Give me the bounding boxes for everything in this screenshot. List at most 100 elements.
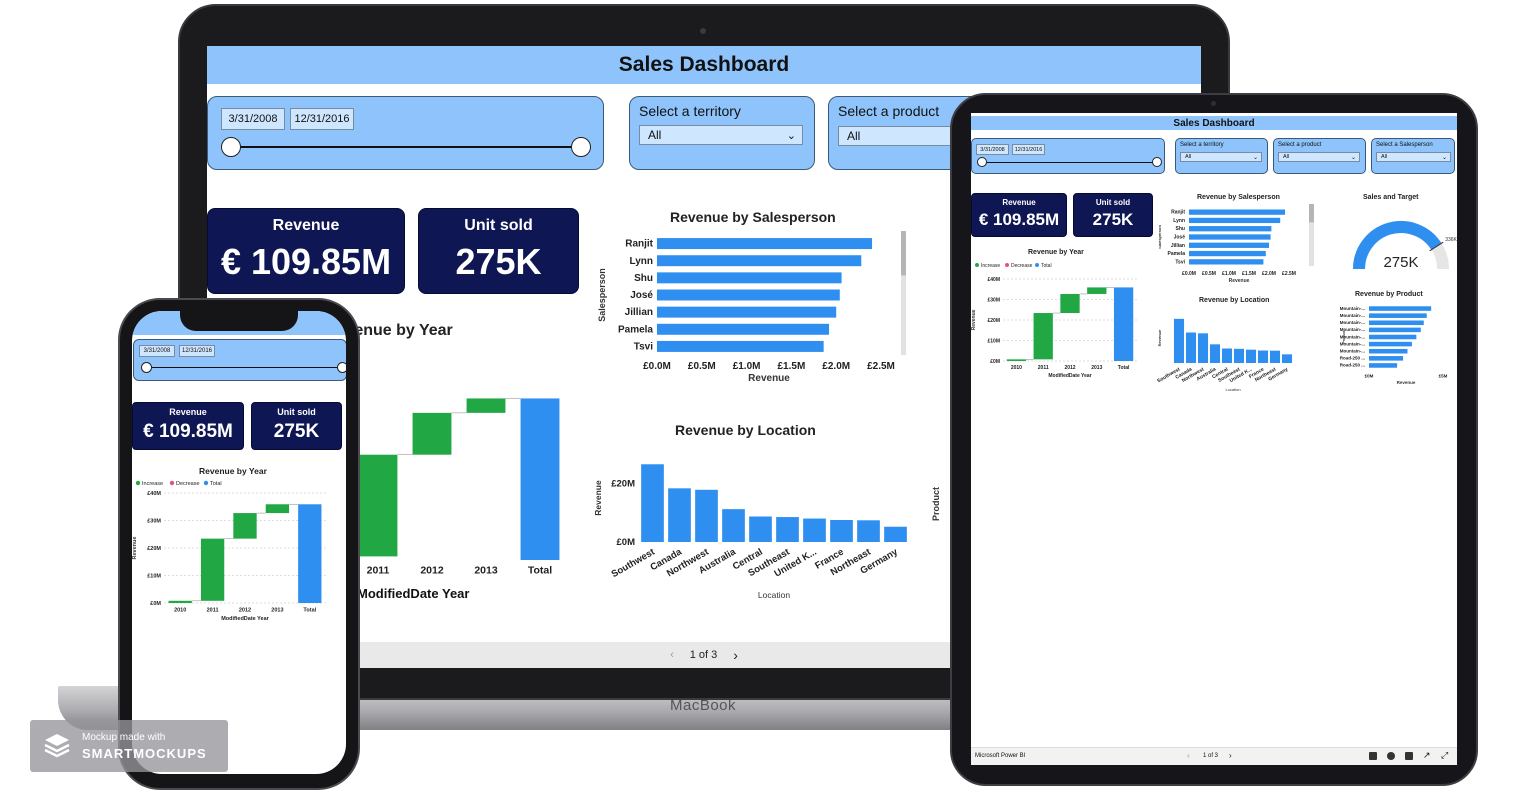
tablet-gauge-title: Sales and Target bbox=[1363, 194, 1419, 201]
tablet-product-value: All bbox=[1283, 154, 1290, 160]
tablet-year-title: Revenue by Year bbox=[1028, 249, 1084, 256]
bar bbox=[1189, 242, 1269, 248]
phone-date-slider-end-handle[interactable] bbox=[337, 362, 346, 373]
increase-bar bbox=[1060, 293, 1080, 314]
y-axis-label: Salesperson bbox=[597, 268, 607, 322]
revenue-kpi-value: € 109.85M bbox=[220, 241, 392, 282]
x-tick-label: £1.5M bbox=[778, 361, 806, 372]
phone-notch bbox=[180, 307, 298, 331]
phone-date-end-input[interactable]: 12/31/2016 bbox=[179, 345, 215, 357]
increase-bar bbox=[265, 504, 290, 514]
date-start-input[interactable]: 3/31/2008 bbox=[221, 108, 285, 130]
x-tick-label: Total bbox=[303, 608, 316, 614]
tablet-revenue-kpi: Revenue € 109.85M bbox=[971, 193, 1067, 237]
legend-label: Total bbox=[1041, 263, 1052, 269]
phone-dashboard: 3/31/2008 12/31/2016 Revenue € 109.85M U… bbox=[132, 311, 346, 774]
legend-marker bbox=[1035, 263, 1039, 267]
total-bar bbox=[298, 504, 322, 603]
tablet-salesperson-dropdown[interactable]: All ⌄ bbox=[1376, 152, 1451, 162]
tablet-location-bar-chart: SouthwestCanadaNorthwestAustraliaCentral… bbox=[1156, 318, 1293, 392]
y-tick-label: £20M bbox=[611, 478, 635, 489]
location-chart-title: Revenue by Location bbox=[675, 422, 816, 438]
chevron-left-icon[interactable]: ‹ bbox=[1187, 751, 1190, 760]
increase-bar bbox=[168, 600, 192, 603]
y-tick-label: £40M bbox=[987, 277, 1000, 283]
linkedin-icon[interactable] bbox=[1369, 752, 1377, 760]
legend-label: Increase bbox=[142, 481, 163, 487]
date-slider-track[interactable] bbox=[231, 146, 581, 148]
tablet-salesperson-title: Revenue by Salesperson bbox=[1197, 194, 1280, 201]
increase-bar bbox=[412, 412, 452, 455]
bar bbox=[776, 517, 799, 542]
chevron-down-icon: ⌄ bbox=[786, 129, 796, 142]
gauge-target-label: 336K bbox=[1445, 237, 1457, 243]
x-tick-label: £2.5M bbox=[1282, 271, 1296, 277]
bar bbox=[1369, 327, 1421, 333]
tablet-footer-bar: Microsoft Power BI ‹ 1 of 3 › ↗ ⤢ bbox=[971, 747, 1457, 765]
tablet-territory-dropdown[interactable]: All ⌄ bbox=[1180, 152, 1262, 162]
x-tick-label: £0.5M bbox=[1202, 271, 1216, 277]
chevron-down-icon: ⌄ bbox=[1350, 154, 1356, 161]
units-kpi-card: Unit sold 275K bbox=[418, 208, 579, 294]
territory-slicer-title: Select a territory bbox=[639, 103, 741, 119]
share-icon[interactable]: ↗ bbox=[1423, 750, 1431, 761]
stack-logo-icon bbox=[44, 734, 70, 758]
x-tick-label: £2.0M bbox=[1262, 271, 1276, 277]
increase-bar bbox=[233, 513, 257, 539]
tablet-date-slider-end-handle[interactable] bbox=[1152, 157, 1162, 167]
increase-bar bbox=[1033, 313, 1053, 360]
year-waterfall-chart: 2010201120122013Total bbox=[347, 398, 560, 577]
page-indicator: 1 of 3 bbox=[689, 649, 718, 661]
x-tick-label: £1.0M bbox=[733, 361, 761, 372]
revenue-kpi-card: Revenue € 109.85M bbox=[207, 208, 405, 294]
y-axis-label: Revenue bbox=[971, 309, 977, 330]
tablet-date-slider-start-handle[interactable] bbox=[977, 157, 987, 167]
facebook-icon[interactable] bbox=[1405, 752, 1413, 760]
bar-category-label: Jillian bbox=[625, 307, 653, 318]
date-slider-end-handle[interactable] bbox=[571, 137, 591, 157]
bar-category-label: Road-250 ... bbox=[1340, 356, 1365, 361]
increase-bar bbox=[1006, 359, 1027, 361]
total-bar bbox=[520, 398, 560, 560]
tablet-date-slider-track[interactable] bbox=[982, 162, 1157, 163]
bar bbox=[1369, 341, 1412, 347]
bar bbox=[657, 306, 837, 318]
tablet-salesperson-bar-chart: Ranjit Lynn Shu José Jillian Pamela Tsvi £0.0M £… bbox=[1159, 204, 1314, 284]
x-tick-label: £5M bbox=[1439, 374, 1448, 379]
phone-date-start-input[interactable]: 3/31/2008 bbox=[139, 345, 175, 357]
legend-label: Total bbox=[210, 481, 222, 487]
tablet-product-dropdown[interactable]: All ⌄ bbox=[1278, 152, 1360, 162]
twitter-icon[interactable] bbox=[1387, 752, 1395, 760]
bar-category-label: Shu bbox=[1176, 226, 1185, 232]
increase-bar bbox=[1087, 287, 1107, 294]
product-axis-label: Product bbox=[931, 487, 941, 521]
chevron-right-icon[interactable]: › bbox=[733, 647, 738, 663]
x-tick-label: 2012 bbox=[239, 608, 251, 614]
tablet-date-end-input[interactable]: 12/31/2016 bbox=[1012, 144, 1045, 155]
y-tick-label: £10M bbox=[987, 339, 1000, 345]
scrollbar-thumb bbox=[1309, 204, 1314, 223]
bar-category-label: José bbox=[630, 290, 653, 301]
bar bbox=[1369, 313, 1427, 318]
y-axis-label: Revenue bbox=[132, 537, 138, 560]
date-end-input[interactable]: 12/31/2016 bbox=[290, 108, 354, 130]
bar bbox=[749, 516, 772, 542]
phone-date-slider-start-handle[interactable] bbox=[141, 362, 152, 373]
expand-icon[interactable]: ⤢ bbox=[1441, 750, 1448, 761]
x-tick-label: £0M bbox=[1365, 374, 1374, 379]
bar bbox=[1233, 348, 1245, 363]
date-slider-start-handle[interactable] bbox=[221, 137, 241, 157]
phone-revenue-kpi: Revenue € 109.85M bbox=[132, 402, 244, 450]
tablet-date-start-input[interactable]: 3/31/2008 bbox=[976, 144, 1009, 155]
y-axis-label: Product bbox=[1342, 330, 1346, 344]
bar bbox=[1369, 348, 1408, 354]
chevron-right-icon[interactable]: › bbox=[1229, 751, 1232, 760]
phone-date-slider-track[interactable] bbox=[146, 367, 342, 368]
territory-dropdown[interactable]: All ⌄ bbox=[639, 125, 803, 145]
bar bbox=[1369, 363, 1398, 368]
tablet-revenue-label: Revenue bbox=[1002, 198, 1036, 207]
x-tick-label: £0.0M bbox=[643, 361, 671, 372]
chevron-left-icon[interactable]: ‹ bbox=[670, 649, 674, 661]
chevron-down-icon: ⌄ bbox=[1252, 154, 1258, 161]
x-axis-label: Location bbox=[758, 590, 790, 600]
